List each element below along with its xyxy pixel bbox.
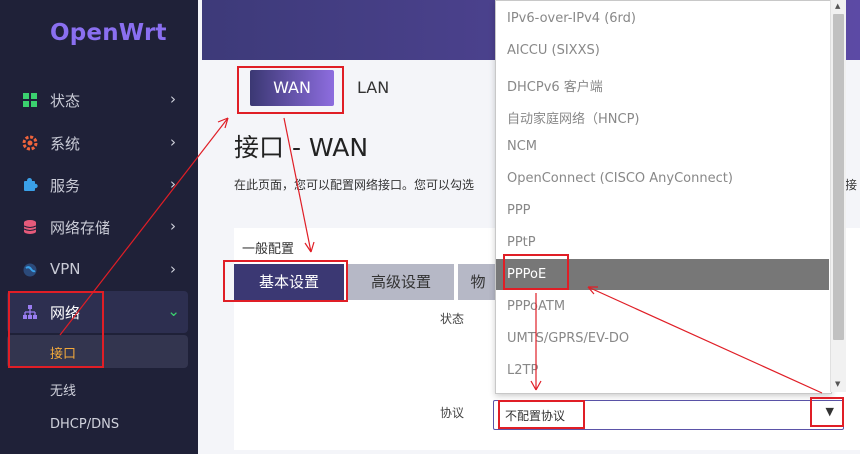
sidebar-item-label: 状态 [50, 92, 81, 110]
dropdown-option-label: PPtP [507, 235, 536, 250]
protocol-dropdown-list: IPv6-over-IPv4 (6rd) AICCU (SIXXS) DHCPv… [495, 0, 832, 394]
sidebar-item-label: 系统 [50, 135, 81, 153]
highlight-box-network-menu [8, 291, 104, 368]
dropdown-option[interactable]: UMTS/GPRS/EV-DO [496, 323, 829, 354]
highlight-box-protocol-value [498, 400, 585, 429]
tab-advanced-settings[interactable]: 高级设置 [348, 264, 454, 300]
gear-icon [22, 135, 38, 151]
highlight-box-pppoe [503, 254, 569, 290]
chevron-down-icon: ⌄ [167, 302, 180, 320]
sidebar-subitem-wireless[interactable]: 无线 [7, 372, 188, 405]
scrollbar-thumb[interactable] [833, 14, 844, 340]
dropdown-option[interactable]: IPv6-over-IPv4 (6rd) [496, 3, 829, 34]
chevron-right-icon: › [170, 260, 176, 278]
dropdown-option-label: DHCPv6 客户端 [507, 80, 603, 95]
dropdown-option[interactable]: NCM [496, 131, 829, 162]
scroll-down-icon[interactable]: ▼ [835, 380, 840, 388]
tab-physical-settings[interactable]: 物 [458, 264, 498, 300]
dropdown-option-label: OpenConnect (CISCO AnyConnect) [507, 171, 733, 186]
highlight-box-basic-settings [223, 260, 348, 302]
scroll-up-icon[interactable]: ▲ [835, 2, 840, 10]
page-description: 在此页面，您可以配置网络接口。您可以勾选 [234, 178, 475, 192]
sidebar-item-vpn[interactable]: VPN › [0, 249, 198, 291]
openwrt-logo[interactable]: OpenWrt [50, 20, 167, 46]
tab-lan[interactable]: LAN [357, 78, 389, 97]
highlight-box-wan-tab [237, 66, 344, 114]
page-description-overflow: 接 [845, 178, 858, 192]
dropdown-option-label: UMTS/GPRS/EV-DO [507, 331, 630, 346]
chevron-right-icon: › [170, 133, 176, 151]
puzzle-icon [22, 177, 38, 193]
sidebar-subitem-label: DHCP/DNS [50, 417, 120, 432]
sidebar-item-system[interactable]: 系统 › [0, 122, 198, 164]
dropdown-option[interactable]: DHCPv6 客户端 [496, 68, 829, 99]
chevron-right-icon: › [170, 175, 176, 193]
chevron-right-icon: › [170, 90, 176, 108]
globe-icon [22, 262, 38, 278]
dropdown-option[interactable]: 自动家庭网络（HNCP) [496, 100, 829, 131]
dashboard-icon [22, 92, 38, 108]
dropdown-option[interactable]: PPPoATM [496, 291, 829, 322]
dropdown-option-label: PPPoATM [507, 299, 566, 314]
dropdown-option-label: L2TP [507, 363, 539, 378]
section-title: 一般配置 [242, 242, 295, 257]
dropdown-option-label: 自动家庭网络（HNCP) [507, 112, 640, 127]
dropdown-option[interactable]: OpenConnect (CISCO AnyConnect) [496, 163, 829, 194]
dropdown-option[interactable]: PPP [496, 195, 829, 226]
status-label: 状态 [440, 312, 465, 326]
page-title: 接口 - WAN [234, 133, 369, 162]
dropdown-option-label: IPv6-over-IPv4 (6rd) [507, 11, 636, 26]
sidebar: OpenWrt 状态 › 系统 › 服务 › 网络存储 › VPN › 网络 ⌄… [0, 0, 198, 454]
sidebar-item-label: VPN [50, 260, 81, 278]
sidebar-subitem-dhcp-dns[interactable]: DHCP/DNS [7, 409, 188, 442]
dropdown-option-label: NCM [507, 139, 538, 154]
sidebar-item-storage[interactable]: 网络存储 › [0, 206, 198, 248]
dropdown-scrollbar[interactable]: ▲ ▼ [830, 0, 846, 392]
sidebar-item-label: 服务 [50, 177, 81, 195]
sidebar-subitem-label: 无线 [50, 384, 77, 399]
dropdown-option-label: AICCU (SIXXS) [507, 43, 600, 58]
sidebar-item-services[interactable]: 服务 › [0, 164, 198, 206]
chevron-right-icon: › [170, 217, 176, 235]
sidebar-item-status[interactable]: 状态 › [0, 79, 198, 121]
dropdown-option[interactable]: L2TP [496, 355, 829, 386]
protocol-label: 协议 [440, 406, 465, 420]
highlight-box-dropdown-arrow [810, 397, 844, 427]
dropdown-option[interactable]: AICCU (SIXXS) [496, 35, 829, 66]
database-icon [22, 219, 38, 235]
dropdown-option-label: PPP [507, 203, 531, 218]
sidebar-item-label: 网络存储 [50, 219, 111, 237]
